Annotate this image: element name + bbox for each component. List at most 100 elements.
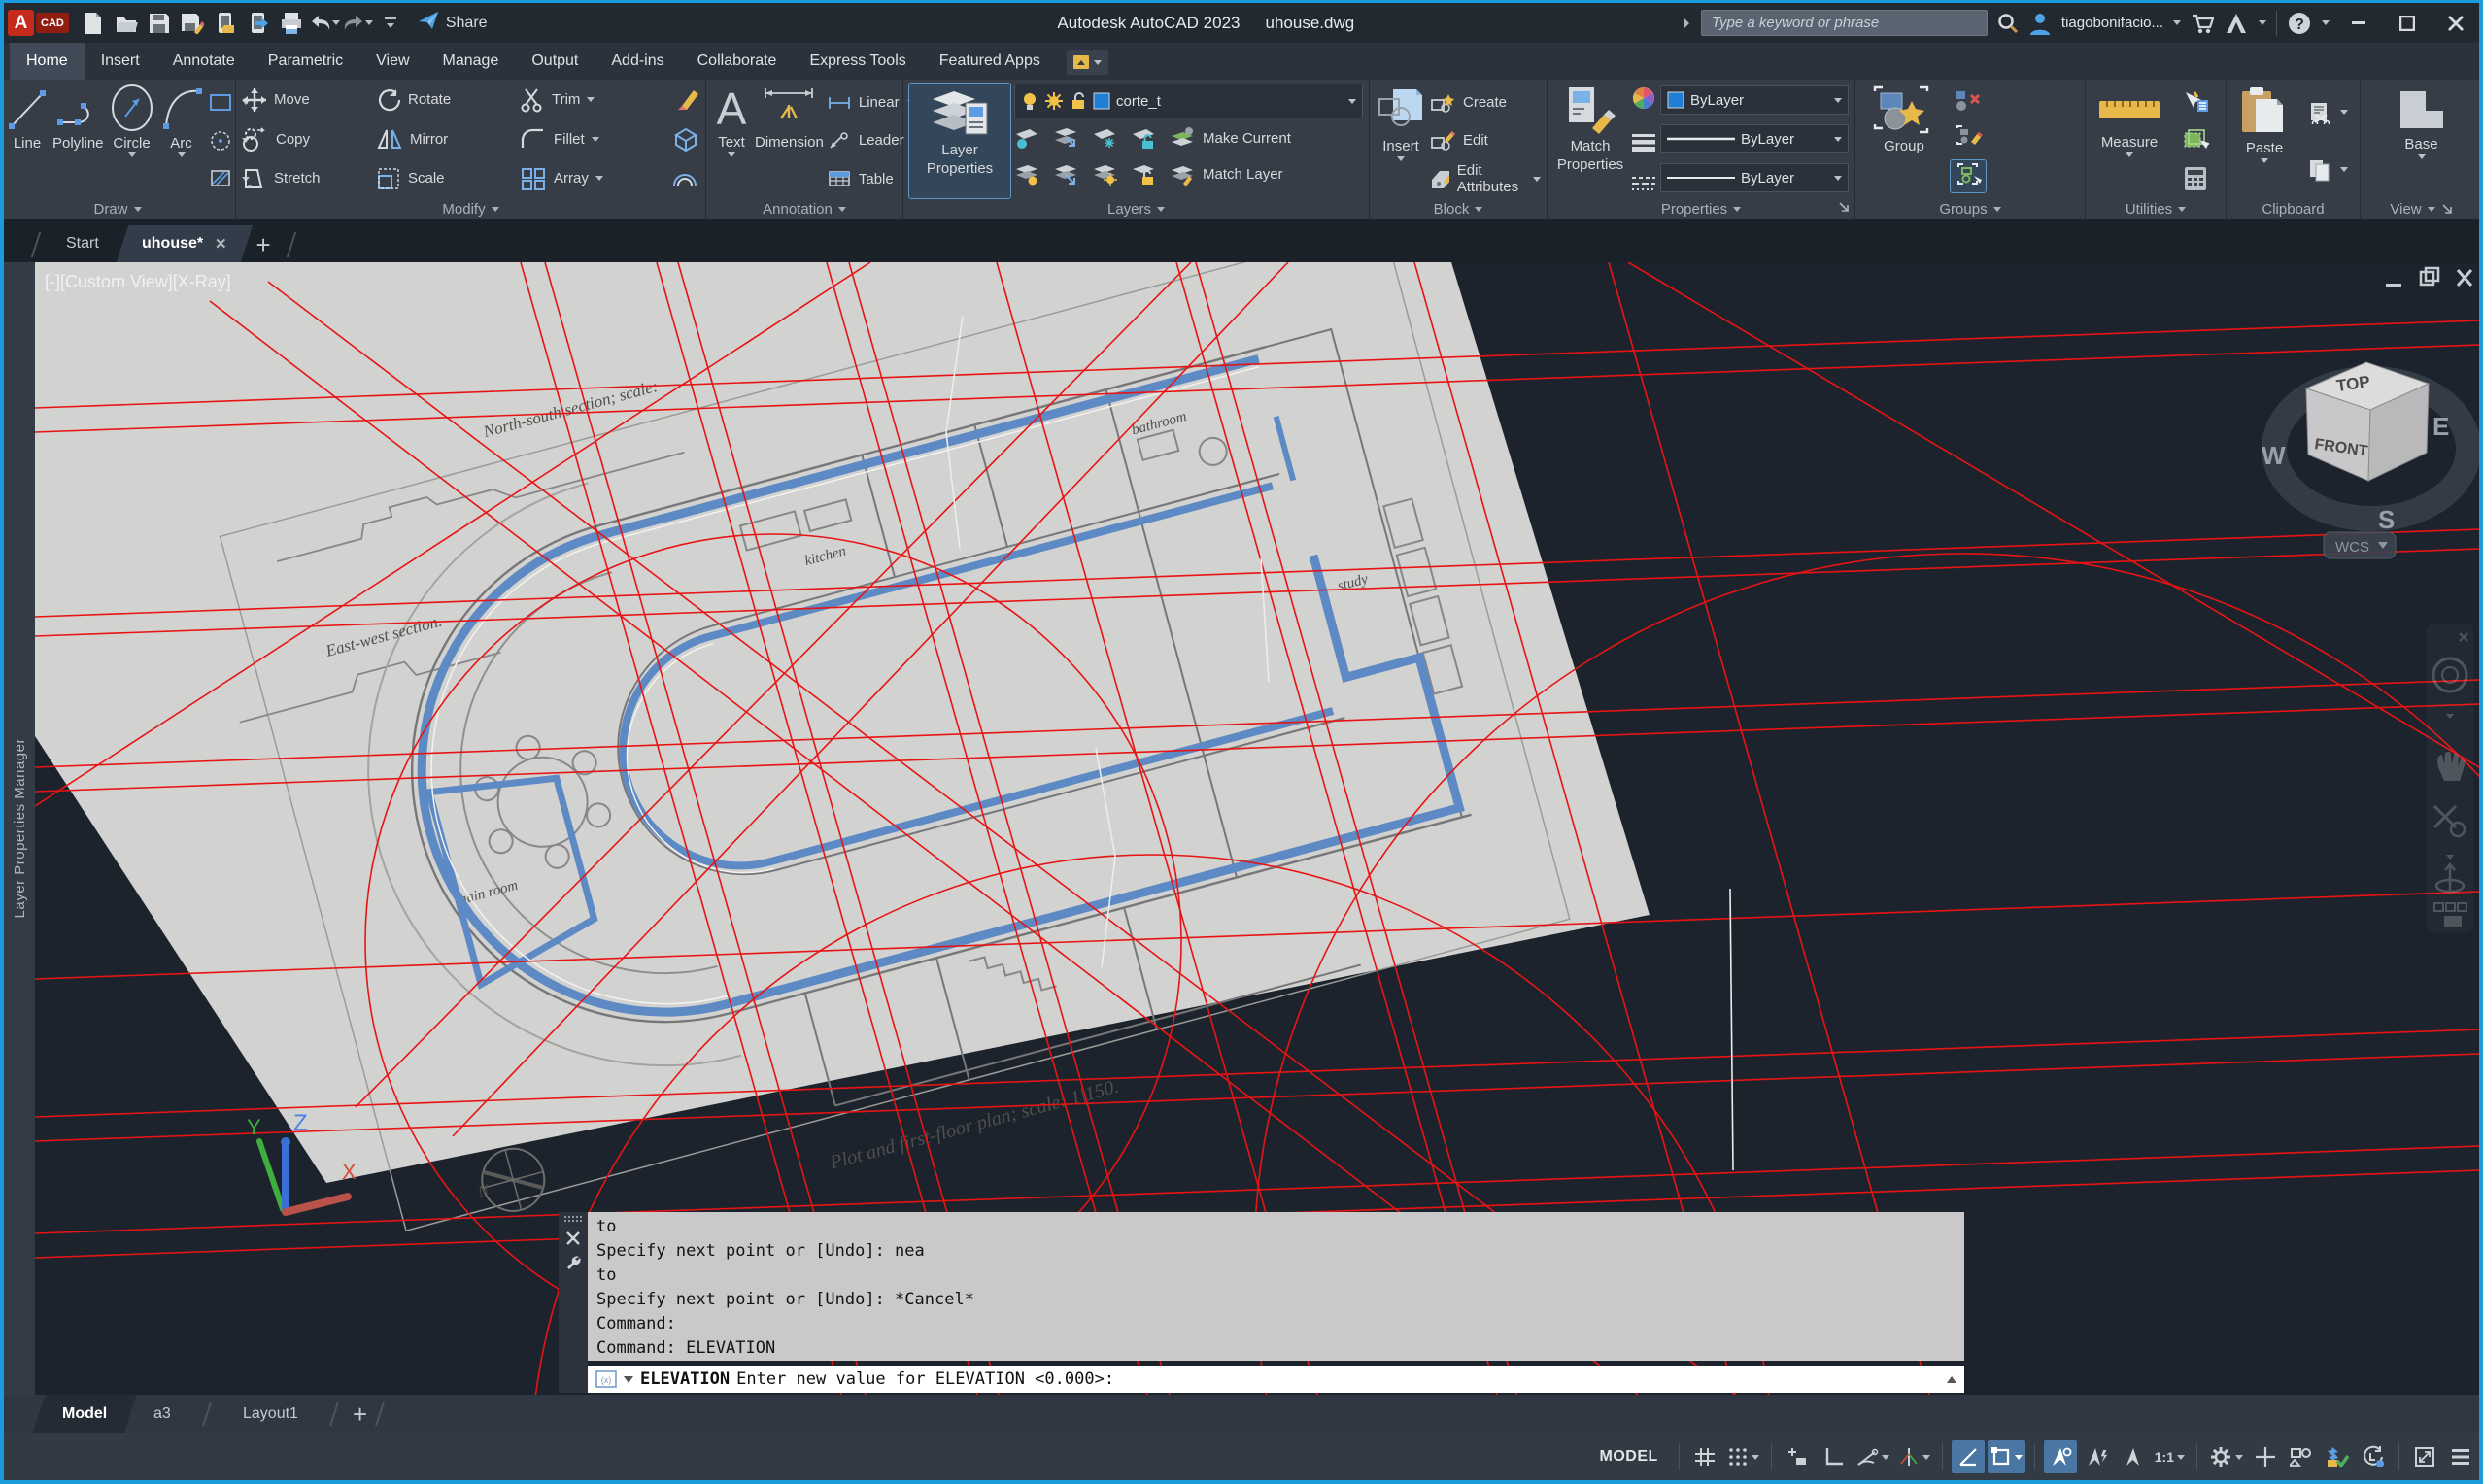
- panel-label-draw[interactable]: Draw: [0, 198, 235, 219]
- wcs-selector[interactable]: WCS: [2324, 532, 2396, 558]
- save-button[interactable]: [145, 10, 174, 37]
- panel-label-layers[interactable]: Layers: [903, 198, 1369, 219]
- annotation-scale-button[interactable]: [2116, 1440, 2149, 1473]
- isolate-objects-button[interactable]: [2285, 1440, 2318, 1473]
- edit-attributes-button[interactable]: Edit Attributes: [1430, 162, 1541, 195]
- viewcube-west[interactable]: W: [2262, 441, 2286, 470]
- edit-attributes-dropdown[interactable]: [1533, 177, 1541, 182]
- linetype-combo[interactable]: ByLayer: [1660, 163, 1849, 192]
- quick-select-icon[interactable]: [2182, 90, 2209, 114]
- layer-properties-button[interactable]: Layer Properties: [909, 84, 1010, 198]
- share-button[interactable]: Share: [417, 10, 488, 36]
- snap-dropdown[interactable]: [1752, 1455, 1759, 1460]
- arc-button[interactable]: Arc: [160, 84, 203, 198]
- workspace-switching-button[interactable]: [2206, 1440, 2246, 1473]
- open-from-mobile-button[interactable]: [244, 10, 273, 37]
- command-history-expand[interactable]: [1947, 1376, 1956, 1383]
- tab-annotate[interactable]: Annotate: [156, 43, 252, 80]
- recent-commands-icon[interactable]: (x): [595, 1370, 617, 1388]
- paste-button[interactable]: Paste: [2232, 84, 2296, 198]
- array-button[interactable]: Array: [520, 162, 603, 194]
- isodraft-dropdown[interactable]: [1922, 1455, 1930, 1460]
- minimize-button[interactable]: [2339, 9, 2378, 38]
- group-selection-toggle[interactable]: [1951, 160, 1986, 192]
- layer-unlock-all-icon[interactable]: [1131, 162, 1156, 186]
- erase-button[interactable]: [670, 84, 699, 116]
- trim-dropdown[interactable]: [587, 97, 595, 102]
- customize-status-button[interactable]: [2444, 1440, 2477, 1473]
- help-icon[interactable]: ?: [2287, 11, 2312, 36]
- customize-qat-button[interactable]: [376, 10, 405, 37]
- command-input[interactable]: (x) ELEVATION Enter new value for ELEVAT…: [588, 1366, 1964, 1393]
- match-layer-button[interactable]: Match Layer: [1170, 157, 1283, 190]
- object-color-combo[interactable]: ByLayer: [1660, 85, 1849, 115]
- recent-commands-dropdown[interactable]: [624, 1376, 633, 1383]
- tab-manage[interactable]: Manage: [426, 43, 516, 80]
- ungroup-icon[interactable]: [1954, 89, 1983, 113]
- lineweight-combo[interactable]: ByLayer: [1660, 124, 1849, 153]
- group-button[interactable]: Group: [1861, 84, 1947, 198]
- create-block-button[interactable]: Create: [1430, 86, 1541, 119]
- tab-express-tools[interactable]: Express Tools: [793, 43, 922, 80]
- annotation-visibility-toggle[interactable]: [2044, 1440, 2077, 1473]
- panel-label-modify[interactable]: Modify: [236, 198, 705, 219]
- measure-dropdown[interactable]: [2126, 152, 2133, 157]
- rotate-button[interactable]: Rotate: [376, 84, 502, 116]
- lineweight-icon[interactable]: [1631, 133, 1656, 152]
- user-avatar-icon[interactable]: [2028, 12, 2052, 35]
- command-drag-handle[interactable]: [564, 1216, 582, 1222]
- tab-insert[interactable]: Insert: [85, 43, 156, 80]
- color-wheel-icon[interactable]: [1631, 85, 1656, 111]
- object-snap-toggle[interactable]: [1988, 1440, 2025, 1473]
- polyline-button[interactable]: Polyline: [52, 84, 104, 198]
- scale-dropdown[interactable]: [2177, 1455, 2185, 1460]
- command-line-panel[interactable]: to Specify next point or [Undo]: nea to …: [559, 1212, 1964, 1393]
- osnap-dropdown[interactable]: [2015, 1455, 2023, 1460]
- scale-button[interactable]: Scale: [376, 162, 502, 194]
- text-dropdown[interactable]: [728, 152, 735, 157]
- copy-clip-button[interactable]: [2307, 153, 2348, 186]
- user-dropdown[interactable]: [2173, 20, 2181, 25]
- layout-tab-layout1[interactable]: Layout1: [214, 1395, 328, 1433]
- tab-home[interactable]: Home: [10, 43, 85, 80]
- layer-freeze-icon[interactable]: [1092, 126, 1117, 150]
- layer-combo-dropdown[interactable]: [1348, 99, 1356, 104]
- autocad-logo[interactable]: A CAD: [8, 10, 69, 36]
- close-button[interactable]: [2436, 9, 2475, 38]
- grid-display-toggle[interactable]: [1688, 1440, 1721, 1473]
- tab-parametric[interactable]: Parametric: [252, 43, 359, 80]
- polar-dropdown[interactable]: [1882, 1455, 1889, 1460]
- stretch-button[interactable]: Stretch: [242, 162, 358, 194]
- new-layout-button[interactable]: +: [353, 1400, 367, 1430]
- array-dropdown[interactable]: [595, 176, 603, 181]
- panel-label-view[interactable]: View: [2361, 198, 2482, 219]
- paste-dropdown[interactable]: [2261, 158, 2268, 163]
- properties-dialog-launcher[interactable]: [1838, 201, 1850, 216]
- redo-dropdown[interactable]: [365, 20, 373, 25]
- search-icon[interactable]: [1997, 13, 2019, 34]
- layer-isolate-icon[interactable]: [1053, 126, 1078, 150]
- explode-button[interactable]: [670, 123, 699, 155]
- isometric-drafting-toggle[interactable]: [1895, 1440, 1933, 1473]
- annotation-autoscale-toggle[interactable]: [2080, 1440, 2113, 1473]
- polar-tracking-toggle[interactable]: [1853, 1440, 1892, 1473]
- arc-dropdown[interactable]: [178, 152, 186, 157]
- linetype-icon[interactable]: [1631, 175, 1656, 192]
- move-button[interactable]: Move: [242, 84, 358, 116]
- group-edit-icon[interactable]: [1954, 124, 1983, 148]
- help-dropdown[interactable]: [2322, 20, 2330, 25]
- panel-label-groups[interactable]: Groups: [1855, 198, 2085, 219]
- search-expand-icon[interactable]: [1682, 17, 1691, 30]
- redo-button[interactable]: [343, 10, 372, 37]
- trim-button[interactable]: Trim: [520, 84, 595, 116]
- hardware-acceleration-button[interactable]: [2321, 1440, 2354, 1473]
- viewcube[interactable]: W E S TOP FRONT WCS: [2262, 362, 2468, 558]
- tab-featured-apps[interactable]: Featured Apps: [923, 43, 1057, 80]
- cut-dropdown[interactable]: [2340, 110, 2348, 115]
- layer-freeze-all-icon[interactable]: [1092, 162, 1117, 186]
- ribbon-display-toggle[interactable]: [1067, 50, 1108, 75]
- signed-in-user[interactable]: tiagobonifacio...: [2061, 15, 2163, 31]
- save-to-mobile-button[interactable]: [211, 10, 240, 37]
- snap-mode-toggle[interactable]: [1724, 1440, 1762, 1473]
- edit-block-button[interactable]: Edit: [1430, 124, 1541, 157]
